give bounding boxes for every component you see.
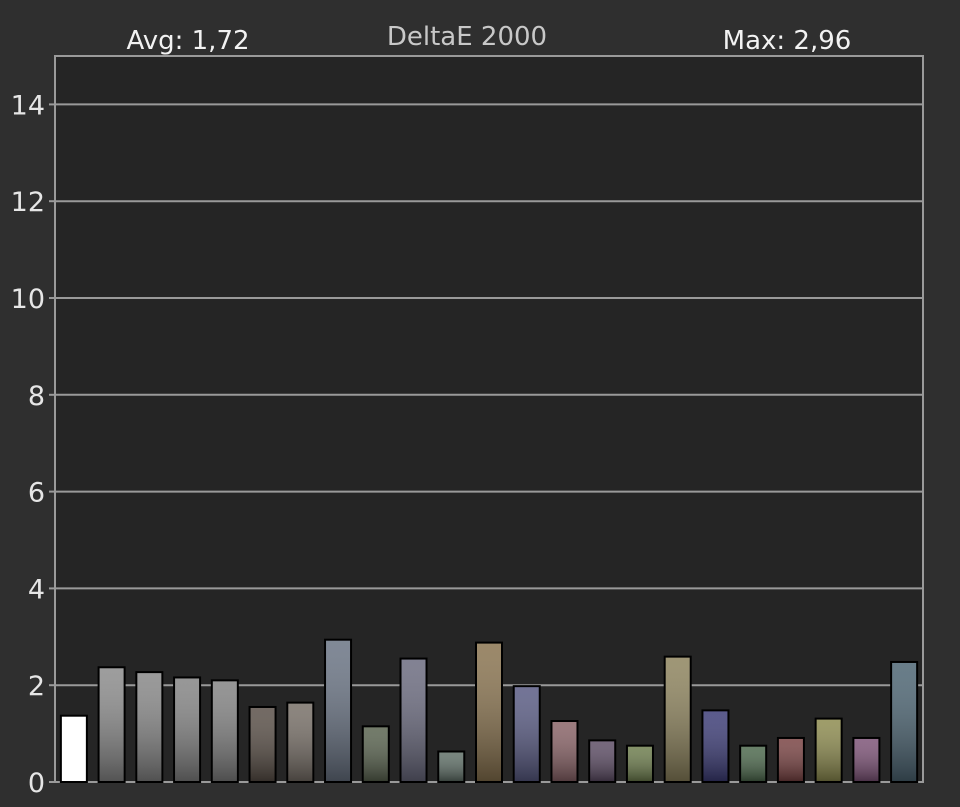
y-tick-label: 0 — [28, 768, 45, 799]
bar-shade — [137, 673, 162, 781]
y-tick-label: 8 — [28, 381, 45, 412]
bar-shade — [741, 746, 766, 781]
y-tick-label: 6 — [28, 478, 45, 509]
bar-shade — [816, 719, 841, 781]
bar-shade — [627, 746, 652, 781]
bar-shade — [477, 643, 501, 781]
bar-shade — [439, 752, 464, 781]
y-tick-label: 2 — [28, 671, 45, 702]
bar-shade — [703, 711, 728, 781]
bar-shade — [99, 668, 124, 781]
bar-shade — [326, 640, 351, 781]
bar-shade — [175, 678, 200, 781]
bar-shade — [854, 738, 879, 781]
bar-shade — [401, 659, 426, 781]
y-tick-label: 4 — [28, 574, 45, 605]
y-tick-label: 14 — [11, 90, 45, 121]
chart-title: DeltaE 2000 — [387, 22, 547, 52]
bar-shade — [212, 681, 237, 781]
bar-shade — [363, 727, 388, 781]
bar — [59, 714, 88, 784]
y-tick-label: 10 — [11, 284, 45, 315]
bar-shade — [665, 657, 690, 781]
avg-label: Avg: 1,72 — [126, 26, 249, 56]
y-tick-label: 12 — [11, 187, 45, 218]
y-axis: 0 2 4 6 8 10 12 14 — [11, 90, 55, 799]
bar-shade — [590, 741, 615, 781]
bar-shade — [892, 662, 917, 781]
bar-shade — [778, 738, 803, 781]
max-label: Max: 2,96 — [723, 26, 852, 56]
bar-shade — [250, 707, 275, 781]
bar-shade — [552, 722, 577, 781]
bar-shade — [514, 687, 539, 781]
bar-shade — [288, 703, 313, 781]
deltae-bar-chart: 0 2 4 6 8 10 12 14 Avg: 1,72 DeltaE 2000 Max: 2… — [11, 22, 924, 799]
